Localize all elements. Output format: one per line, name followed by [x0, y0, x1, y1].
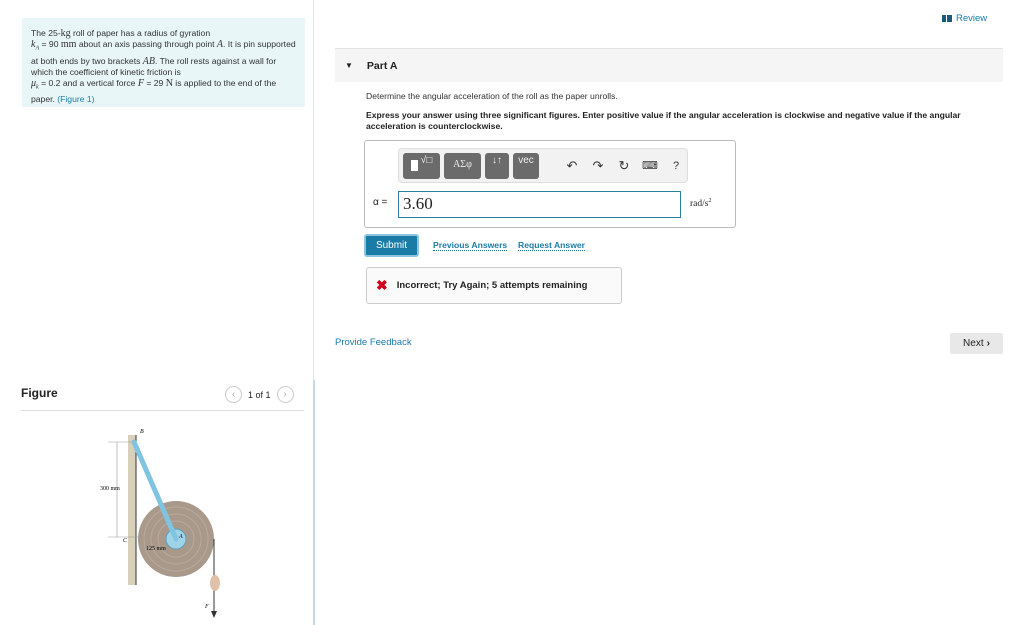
prev-figure-button[interactable]: ‹: [225, 386, 242, 403]
answer-input[interactable]: 3.60: [398, 191, 681, 218]
question-text: Determine the angular acceleration of th…: [366, 91, 618, 101]
pager-label: 1 of 1: [248, 389, 271, 400]
unit: rad/s: [690, 199, 709, 210]
wall: [128, 435, 136, 585]
review-label: Review: [956, 13, 988, 24]
keyboard-icon[interactable]: ⌨: [639, 159, 661, 172]
templates-button[interactable]: √□: [403, 152, 440, 179]
unit-label: rad/s2: [690, 198, 711, 209]
instructions: Express your answer using three signific…: [366, 110, 961, 131]
figure-pager: ‹ 1 of 1 ›: [225, 386, 294, 403]
text: about an axis passing through point: [76, 39, 217, 50]
text: roll of paper has a radius of gyration: [70, 28, 211, 38]
feedback-message: ✖ Incorrect; Try Again; 5 attempts remain…: [366, 267, 622, 304]
figure-image: B C A F 300 mm 125 mm: [100, 429, 220, 618]
review-link[interactable]: Review: [942, 13, 987, 24]
unit-exponent: 2: [708, 198, 712, 204]
math-toolbar: √□ ΑΣφ ↓↑ vec ↶ ↷ ↻ ⌨ ?: [398, 148, 688, 183]
problem-statement: The 25-kg roll of paper has a radius of …: [22, 18, 305, 107]
error-x-icon: ✖: [376, 277, 388, 293]
reset-icon[interactable]: ↻: [613, 158, 635, 174]
book-icon: [942, 15, 952, 22]
redo-icon[interactable]: ↷: [587, 158, 609, 174]
chevron-right-icon: ›: [986, 338, 990, 349]
label-c: C: [123, 538, 128, 544]
unit: N: [165, 78, 173, 90]
label-f: F: [204, 604, 209, 610]
divider: [21, 410, 304, 411]
dim-125: 125 mm: [146, 546, 166, 552]
label-b: B: [140, 429, 144, 435]
next-figure-button[interactable]: ›: [276, 386, 294, 403]
greek-button[interactable]: ΑΣφ: [444, 152, 481, 179]
feedback-text: Incorrect; Try Again; 5 attempts remaini…: [396, 280, 588, 291]
text: The 25-: [31, 28, 61, 38]
help-button[interactable]: ?: [665, 160, 687, 172]
panel-resize-handle[interactable]: [313, 380, 315, 625]
variable-label: α =: [373, 197, 388, 208]
label-a: A: [178, 534, 183, 540]
label: √□: [420, 154, 433, 166]
part-a-header[interactable]: ▼ Part A: [335, 48, 1003, 82]
hand: [210, 575, 220, 591]
provide-feedback-link[interactable]: Provide Feedback: [335, 337, 412, 348]
next-button[interactable]: Next ›: [950, 333, 1003, 354]
vector-button[interactable]: vec: [513, 152, 539, 179]
text: = 0.2 and a vertical force: [38, 78, 138, 89]
request-answer-link[interactable]: Request Answer: [518, 240, 586, 251]
arrows-button[interactable]: ↓↑: [485, 152, 509, 179]
unit: kg: [60, 28, 71, 39]
undo-icon[interactable]: ↶: [561, 158, 583, 174]
dim-300: 300 mm: [100, 486, 120, 492]
text: = 29: [143, 78, 166, 89]
previous-answers-link[interactable]: Previous Answers: [433, 240, 508, 251]
text: = 90: [39, 39, 61, 50]
var: AB: [142, 55, 156, 67]
part-title: Part A: [366, 59, 398, 72]
caret-down-icon: ▼: [345, 61, 353, 70]
next-label: Next: [963, 338, 984, 349]
figure-link[interactable]: (Figure 1): [57, 94, 94, 104]
unit: mm: [60, 39, 77, 51]
figure-title: Figure: [21, 386, 58, 400]
submit-button[interactable]: Submit: [364, 234, 419, 257]
